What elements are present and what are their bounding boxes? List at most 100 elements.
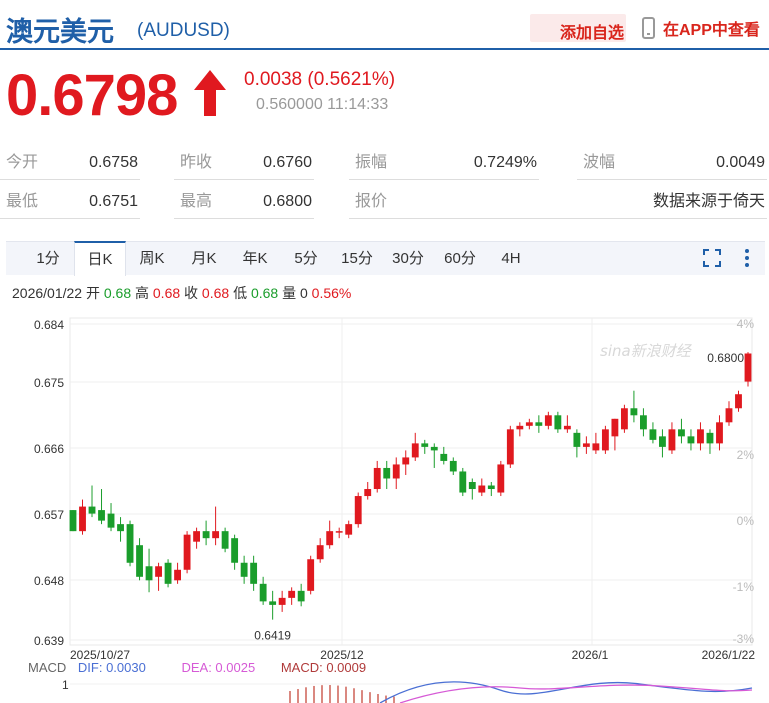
- candle: [687, 429, 695, 451]
- candle: [345, 520, 353, 539]
- candle: [402, 450, 410, 475]
- min-annotation: 0.6419: [254, 629, 291, 643]
- candle: [659, 429, 666, 458]
- y-right-tick-label: 2%: [737, 448, 755, 462]
- candle: [174, 562, 181, 584]
- macd-axis-top: 1: [62, 678, 69, 692]
- macd-dif-line: [379, 681, 753, 703]
- candle: [202, 520, 210, 546]
- price-subline: 0.560000 11:14:33: [256, 96, 389, 113]
- candle: [307, 555, 315, 595]
- candle: [392, 457, 400, 490]
- candle: [354, 492, 362, 528]
- period-tabs: 1分 日K 周K 月K 年K 5分 15分 30分 60分 4H: [6, 241, 765, 276]
- tab-30min[interactable]: 30分: [382, 242, 434, 276]
- candle: [592, 432, 600, 454]
- candle: [668, 422, 676, 454]
- candle: [411, 432, 419, 461]
- candle: [725, 401, 733, 426]
- candle: [678, 418, 685, 444]
- tab-1min[interactable]: 1分: [22, 242, 74, 276]
- candle: [601, 425, 609, 454]
- price-change: 0.0038 (0.5621%): [244, 69, 396, 90]
- candle: [554, 411, 562, 433]
- add-favorite-label: 添加自选: [559, 25, 624, 42]
- candle: [611, 418, 619, 451]
- candle: [126, 520, 134, 567]
- candle: [164, 559, 172, 588]
- stat-range: 波幅 0.0049: [577, 146, 767, 180]
- more-menu-icon[interactable]: [744, 248, 750, 268]
- candle: [212, 506, 220, 546]
- candle: [449, 457, 457, 475]
- candle: [468, 478, 476, 500]
- svg-text:sina新浪财经: sina新浪财经: [600, 342, 693, 360]
- quote-header: 澳元美元 (AUDUSD) 添加自选 在APP中查看: [0, 0, 769, 50]
- tab-15min[interactable]: 15分: [331, 242, 383, 276]
- y-tick-label: 0.648: [34, 574, 64, 588]
- candle: [640, 408, 647, 437]
- tab-yearly[interactable]: 年K: [229, 242, 281, 276]
- candle: [649, 422, 657, 444]
- tab-daily[interactable]: 日K: [74, 241, 126, 276]
- x-tick-label: 2026/1: [572, 648, 609, 662]
- candle: [544, 411, 552, 430]
- candle: [630, 390, 638, 423]
- tab-60min[interactable]: 60分: [434, 242, 486, 276]
- candle: [573, 429, 581, 458]
- y-right-tick-label: -1%: [733, 580, 755, 594]
- candle: [155, 562, 162, 591]
- candle: [136, 538, 143, 581]
- candle: [582, 436, 590, 454]
- candle: [744, 352, 752, 387]
- candle: [735, 390, 742, 412]
- stat-open: 今开 0.6758: [0, 146, 140, 180]
- tab-5min[interactable]: 5分: [280, 242, 332, 276]
- candle: [231, 534, 239, 570]
- y-right-tick-label: -3%: [733, 632, 755, 646]
- tab-4h[interactable]: 4H: [485, 242, 537, 276]
- candle: [259, 576, 267, 605]
- candle: [335, 527, 343, 539]
- candle: [697, 422, 704, 451]
- macd-dea-line: [399, 684, 753, 703]
- y-tick-label: 0.684: [34, 318, 64, 332]
- fullscreen-icon[interactable]: [703, 249, 721, 267]
- instrument-code: (AUDUSD): [137, 20, 230, 41]
- candle: [535, 415, 543, 433]
- candle: [221, 527, 229, 553]
- add-favorite-button[interactable]: 添加自选: [530, 14, 626, 42]
- tab-weekly[interactable]: 周K: [126, 242, 178, 276]
- macd-value: MACD: 0.0009: [280, 660, 367, 675]
- stat-quote-source: 报价 数据来源于倚天: [349, 185, 767, 219]
- stat-amplitude: 振幅 0.7249%: [349, 146, 539, 180]
- candle: [107, 503, 115, 532]
- sina-watermark: sina新浪财经: [600, 342, 693, 360]
- view-in-app-button[interactable]: 在APP中查看: [642, 16, 760, 40]
- candle: [487, 482, 495, 497]
- candle: [383, 460, 391, 490]
- y-tick-label: 0.639: [34, 634, 64, 648]
- candle: [478, 478, 486, 497]
- candle: [525, 418, 533, 430]
- instrument-name: 澳元美元: [6, 17, 114, 47]
- ohlc-info: 2026/01/22 开 0.68 高 0.68 收 0.68 低 0.68 量…: [12, 285, 352, 301]
- y-right-tick-label: 0%: [737, 514, 755, 528]
- macd-dea: DEA: 0.0025: [181, 660, 256, 675]
- view-in-app-label: 在APP中查看: [663, 22, 760, 39]
- candle: [373, 460, 381, 493]
- candle: [79, 499, 86, 535]
- candle: [269, 590, 277, 620]
- y-right-tick-label: 4%: [737, 317, 755, 331]
- candle: [421, 439, 429, 454]
- candle: [620, 404, 628, 433]
- current-price: 0.6798: [6, 63, 178, 128]
- candle: [459, 467, 467, 497]
- candle: [145, 548, 153, 593]
- candle: [716, 415, 723, 451]
- up-arrow-icon: [194, 70, 226, 116]
- candle: [563, 415, 571, 433]
- tab-monthly[interactable]: 月K: [178, 242, 230, 276]
- candle: [516, 422, 524, 437]
- x-tick-label: 2026/1/22: [702, 648, 756, 662]
